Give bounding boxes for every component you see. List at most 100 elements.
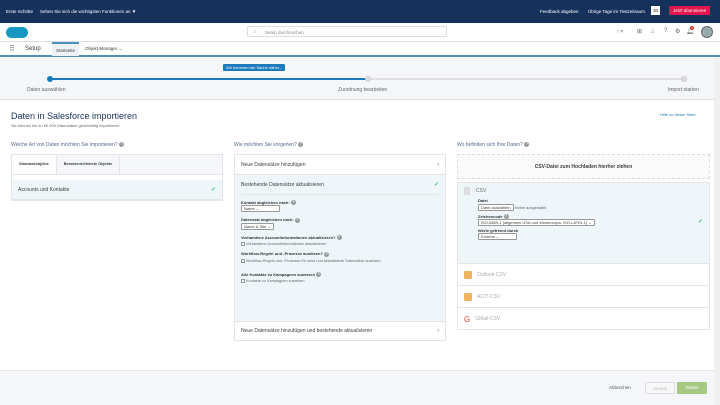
progress-tooltip: Wir kommen der Sache näher... bbox=[223, 64, 286, 71]
option-add-and-update[interactable]: Neue Datensätze hinzufügen und bestehend… bbox=[235, 321, 445, 341]
checkbox-label: Kontakte zu Kampagnen zuweisen bbox=[246, 279, 305, 284]
csv-dropzone[interactable]: CSV-Datei zum Hochladen hierher ziehen bbox=[457, 154, 710, 179]
source-label: CSV bbox=[476, 188, 487, 194]
checkbox-label: Vorhandene Accountinformationen aktualis… bbox=[246, 242, 327, 247]
page-subtitle: Sie können bis zu 50.000 Datensätze glei… bbox=[11, 123, 121, 128]
action-panel: Neue Datensätze hinzufügen › Bestehende D… bbox=[234, 154, 446, 341]
step-label-3: Import starten bbox=[668, 87, 699, 93]
question-text: Welche Art von Daten möchten Sie importi… bbox=[11, 142, 118, 148]
checkbox-box[interactable] bbox=[241, 279, 245, 284]
help-icon[interactable]: ? bbox=[316, 272, 322, 278]
help-icon[interactable]: ? bbox=[298, 142, 304, 148]
option-label: Bestehende Datensätze aktualisieren bbox=[241, 181, 324, 188]
match-contact-select[interactable]: Name ⌄ bbox=[241, 205, 280, 213]
step-dot-3 bbox=[681, 76, 687, 82]
campaign-label: Alle Kontakte zu Kampagnen zuweisen bbox=[241, 271, 316, 277]
app-name: Setup bbox=[25, 46, 41, 52]
feedback-link[interactable]: Feedback abgeben bbox=[540, 9, 579, 14]
data-type-question: Welche Art von Daten möchten Sie importi… bbox=[11, 142, 125, 148]
file-label: Datei bbox=[478, 198, 488, 203]
scrollbar[interactable] bbox=[714, 58, 720, 405]
check-icon: ✔ bbox=[433, 182, 439, 188]
select-value: Name & Site bbox=[244, 223, 267, 229]
help-icon[interactable]: ? bbox=[294, 217, 300, 223]
object-item-accounts-contacts[interactable]: Accounts und Kontakte ✔ bbox=[12, 180, 222, 200]
cancel-button[interactable]: Abbrechen bbox=[609, 385, 631, 390]
match-record-label: Datensatz abgleichen nach: bbox=[241, 217, 294, 223]
help-icon[interactable]: ? bbox=[119, 142, 125, 148]
tab-label: Objekt-Manager bbox=[85, 46, 118, 51]
tab-objekt-manager[interactable]: Objekt-Manager ⌄ bbox=[85, 46, 122, 52]
tab-startseite[interactable]: Startseite bbox=[52, 42, 80, 56]
page-title: Daten in Salesforce importieren bbox=[11, 111, 138, 121]
source-outlook-csv[interactable]: Outlook-CSV bbox=[458, 264, 709, 286]
source-act-csv[interactable]: ACT!-CSV bbox=[458, 286, 709, 308]
check-icon: ✔ bbox=[210, 187, 216, 193]
search-input[interactable]: ⌕ Setup durchsuchen bbox=[247, 26, 447, 37]
help-icon[interactable]: ? bbox=[290, 200, 296, 206]
help-link[interactable]: Hilfe zu dieser Seite bbox=[660, 112, 696, 117]
checkbox-box[interactable] bbox=[241, 258, 245, 263]
outlook-icon bbox=[464, 270, 472, 279]
notification-badge: 1 bbox=[690, 26, 694, 30]
select-value: Name bbox=[244, 206, 255, 212]
avatar[interactable] bbox=[701, 26, 713, 38]
update-accounts-label: Vorhandene Accountinformationen aktualis… bbox=[241, 234, 336, 240]
app-launcher-icon[interactable]: ⠿ bbox=[9, 44, 15, 53]
source-label: GMail-CSV bbox=[475, 316, 501, 322]
select-value: ISO-8859-1 (allgemein USA und Westeuropa… bbox=[481, 220, 588, 226]
source-label: Outlook-CSV bbox=[477, 271, 507, 278]
check-icon: ✔ bbox=[697, 219, 703, 225]
source-label: ACT!-CSV bbox=[477, 293, 501, 300]
first-steps-link[interactable]: Erste Schritte bbox=[6, 9, 33, 14]
step-dot-1 bbox=[47, 76, 53, 82]
encoding-select[interactable]: ISO-8859-1 (allgemein USA und Westeuropa… bbox=[478, 219, 595, 227]
option-add-new[interactable]: Neue Datensätze hinzufügen › bbox=[235, 155, 445, 175]
encoding-label: Zeichencode bbox=[478, 214, 503, 219]
favorites-star-icon[interactable]: ☆▾ bbox=[615, 28, 623, 35]
source-csv[interactable]: CSV Datei Datei auswählen Keine ausgewäh… bbox=[458, 183, 709, 264]
subscribe-button[interactable]: Jetzt abonnieren bbox=[669, 6, 711, 15]
top-banner: Erste Schritte Sehen Sie sich die wichti… bbox=[0, 0, 720, 23]
progress-fill bbox=[50, 78, 367, 80]
option-label: Neue Datensätze hinzufügen bbox=[241, 161, 306, 168]
file-status: Keine ausgewählt bbox=[514, 205, 547, 210]
salesforce-logo[interactable] bbox=[6, 27, 28, 38]
match-contact-label: Kontakt abgleichen nach: bbox=[241, 200, 290, 205]
source-panel: CSV Datei Datei auswählen Keine ausgewäh… bbox=[457, 182, 710, 330]
tab-standard-objects[interactable]: Standardobjekte bbox=[12, 155, 56, 174]
step-dot-2 bbox=[365, 76, 371, 82]
footer: Abbrechen Zurück Weiter bbox=[0, 370, 714, 405]
help-icon[interactable]: ? bbox=[524, 142, 530, 148]
next-button[interactable]: Weiter bbox=[677, 382, 707, 394]
help-icon[interactable]: ? bbox=[336, 235, 342, 241]
checkbox-label: Workflow-Regeln und -Prozesse für neue u… bbox=[246, 258, 381, 263]
add-icon[interactable]: ⊞ bbox=[637, 28, 642, 35]
choose-file-button[interactable]: Datei auswählen bbox=[478, 204, 514, 211]
update-accounts-checkbox[interactable]: Vorhandene Accountinformationen aktualis… bbox=[241, 242, 439, 247]
chevron-right-icon: › bbox=[437, 161, 439, 168]
checkbox-box[interactable] bbox=[241, 242, 245, 247]
campaign-checkbox[interactable]: Kontakte zu Kampagnen zuweisen bbox=[241, 279, 439, 284]
step-label-1: Daten auswählen bbox=[27, 87, 66, 93]
option-update-existing[interactable]: Bestehende Datensätze aktualisieren ✔ Kon… bbox=[235, 175, 445, 321]
question-text: Wie möchten Sie vorgehen? bbox=[234, 142, 297, 148]
search-icon: ⌕ bbox=[254, 29, 257, 35]
match-record-select[interactable]: Name & Site ⌄ bbox=[241, 222, 274, 230]
dropzone-label: CSV-Datei zum Hochladen hierher ziehen bbox=[534, 163, 633, 170]
workflow-label: Workflow-Regeln und -Prozesse auslösen? bbox=[241, 251, 323, 257]
separator-select[interactable]: Komma ⌄ bbox=[478, 233, 517, 241]
features-dropdown[interactable]: Sehen Sie sich die wichtigsten Funktione… bbox=[40, 9, 136, 14]
help-icon[interactable]: ? bbox=[324, 251, 330, 257]
tab-custom-objects[interactable]: Benutzerdefinierte Objekte bbox=[55, 155, 121, 174]
progress-wizard: Wir kommen der Sache näher... Daten ausw… bbox=[0, 58, 714, 100]
google-icon: G bbox=[464, 314, 471, 324]
back-button[interactable]: Zurück bbox=[645, 382, 675, 394]
source-gmail-csv[interactable]: G GMail-CSV bbox=[458, 308, 709, 330]
trailhead-icon[interactable]: ♧ bbox=[650, 28, 655, 35]
global-header: ⌕ Setup durchsuchen ☆▾ ⊞ ♧ ? ⚙ 🔔︎ 1 bbox=[0, 23, 720, 42]
gear-icon[interactable]: ⚙ bbox=[675, 28, 680, 35]
trial-days: 30 bbox=[651, 6, 661, 15]
workflow-checkbox[interactable]: Workflow-Regeln und -Prozesse für neue u… bbox=[241, 258, 439, 263]
help-icon[interactable]: ? bbox=[664, 28, 667, 34]
